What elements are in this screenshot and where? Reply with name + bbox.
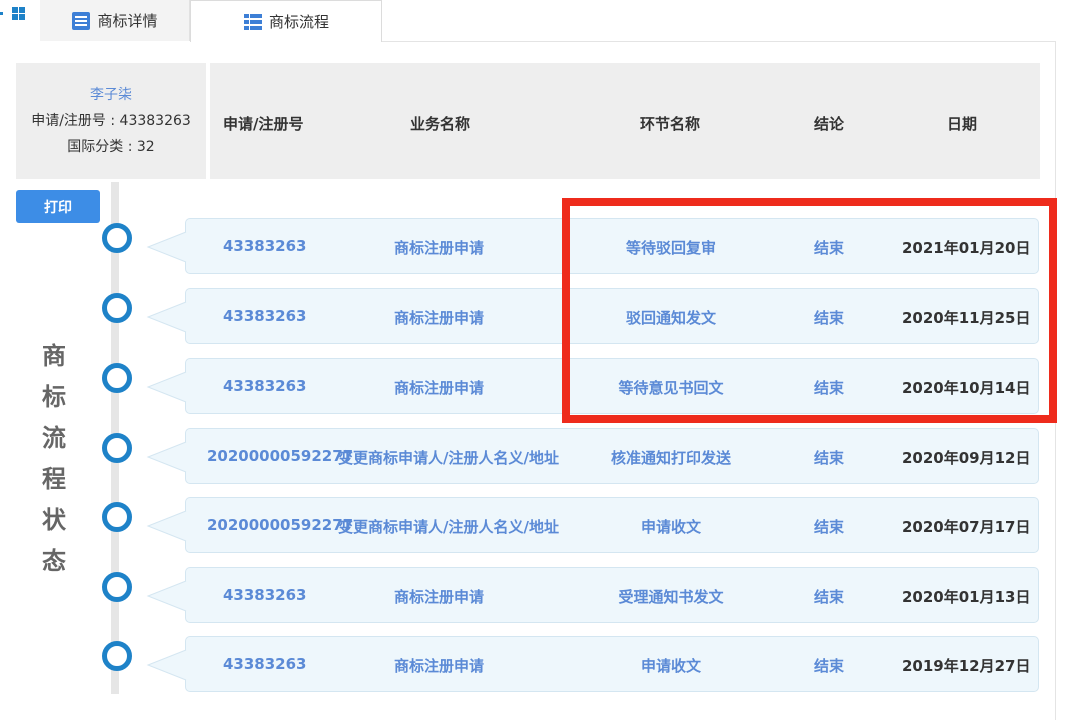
row-node[interactable]: 申请收文 <box>641 516 701 537</box>
timeline-node-icon <box>102 363 132 393</box>
side-label-char: 商 <box>42 342 66 370</box>
timeline-node-icon <box>102 223 132 253</box>
header-business: 业务名称 <box>410 115 471 133</box>
registration-number: 申请/注册号 : 43383263 <box>31 113 191 129</box>
international-class: 国际分类 : 32 <box>67 139 155 155</box>
side-label-char: 标 <box>42 383 66 411</box>
row-id[interactable]: 43383263 <box>223 655 307 673</box>
bubble-tail <box>146 301 187 333</box>
tab-label: 商标流程 <box>268 13 329 31</box>
table-row[interactable]: 43383263 商标注册申请 受理通知书发文 结束 2020年01月13日 <box>146 567 1039 623</box>
row-date: 2019年12月27日 <box>902 657 1031 675</box>
table-row[interactable]: 43383263 商标注册申请 申请收文 结束 2019年12月27日 <box>146 636 1039 692</box>
row-result[interactable]: 结束 <box>814 516 844 537</box>
side-label-char: 流 <box>42 424 66 452</box>
bubble-tail <box>146 649 187 681</box>
row-node[interactable]: 受理通知书发文 <box>618 586 723 607</box>
row-business[interactable]: 变更商标申请人/注册人名义/地址 <box>338 447 559 468</box>
row-id[interactable]: 43383263 <box>223 377 307 395</box>
row-id[interactable]: 20200000592277 <box>207 447 353 465</box>
row-result[interactable]: 结束 <box>814 586 844 607</box>
tab-bar: 商标详情 商标流程 <box>0 0 1080 42</box>
timeline-node-icon <box>102 502 132 532</box>
tab-divider <box>382 41 1056 42</box>
timeline-node-icon <box>102 293 132 323</box>
table-row[interactable]: 20200000592277 变更商标申请人/注册人名义/地址 申请收文 结束 … <box>146 497 1039 553</box>
row-result[interactable]: 结束 <box>814 447 844 468</box>
bubble-tail <box>146 371 187 403</box>
row-id[interactable]: 43383263 <box>223 237 307 255</box>
row-node[interactable]: 申请收文 <box>641 655 701 676</box>
bubble-tail <box>146 510 187 542</box>
row-business[interactable]: 商标注册申请 <box>394 655 484 676</box>
table-header: 申请/注册号 业务名称 环节名称 结论 日期 <box>210 63 1040 179</box>
row-date: 2020年07月17日 <box>902 518 1031 536</box>
trademark-info-box: 李子柒 申请/注册号 : 43383263 国际分类 : 32 <box>16 63 206 179</box>
timeline-node-icon <box>102 572 132 602</box>
timeline-node-icon <box>102 433 132 463</box>
header-id: 申请/注册号 <box>223 115 304 133</box>
side-label-char: 状 <box>42 506 66 534</box>
tab-trademark-details[interactable]: 商标详情 <box>40 0 190 41</box>
row-date: 2020年09月12日 <box>902 449 1031 467</box>
list-icon <box>72 11 91 30</box>
applicant-name[interactable]: 李子柒 <box>16 82 206 108</box>
row-business[interactable]: 商标注册申请 <box>394 586 484 607</box>
trademark-flow-status-label: 商 标 流 程 状 态 <box>38 336 70 582</box>
header-date: 日期 <box>947 115 978 133</box>
header-node: 环节名称 <box>640 115 701 133</box>
side-label-char: 态 <box>42 547 66 575</box>
tab-trademark-flow[interactable]: 商标流程 <box>190 0 382 42</box>
timeline-node-icon <box>102 641 132 671</box>
row-business[interactable]: 商标注册申请 <box>394 237 484 258</box>
table-icon <box>243 13 262 30</box>
header-result: 结论 <box>814 115 845 133</box>
bubble-tail <box>146 580 187 612</box>
row-business[interactable]: 商标注册申请 <box>394 377 484 398</box>
tab-label: 商标详情 <box>97 12 158 30</box>
highlight-box <box>562 198 1057 423</box>
row-id[interactable]: 43383263 <box>223 586 307 604</box>
bubble-tail <box>146 441 187 473</box>
app-grid-icon[interactable] <box>0 4 28 26</box>
row-date: 2020年01月13日 <box>902 588 1031 606</box>
row-business[interactable]: 商标注册申请 <box>394 307 484 328</box>
row-id[interactable]: 43383263 <box>223 307 307 325</box>
row-id[interactable]: 20200000592277 <box>207 516 353 534</box>
table-row[interactable]: 20200000592277 变更商标申请人/注册人名义/地址 核准通知打印发送… <box>146 428 1039 484</box>
row-result[interactable]: 结束 <box>814 655 844 676</box>
row-business[interactable]: 变更商标申请人/注册人名义/地址 <box>338 516 559 537</box>
side-label-char: 程 <box>42 465 66 493</box>
row-node[interactable]: 核准通知打印发送 <box>611 447 731 468</box>
bubble-tail <box>146 231 187 263</box>
print-button[interactable]: 打印 <box>16 190 100 223</box>
